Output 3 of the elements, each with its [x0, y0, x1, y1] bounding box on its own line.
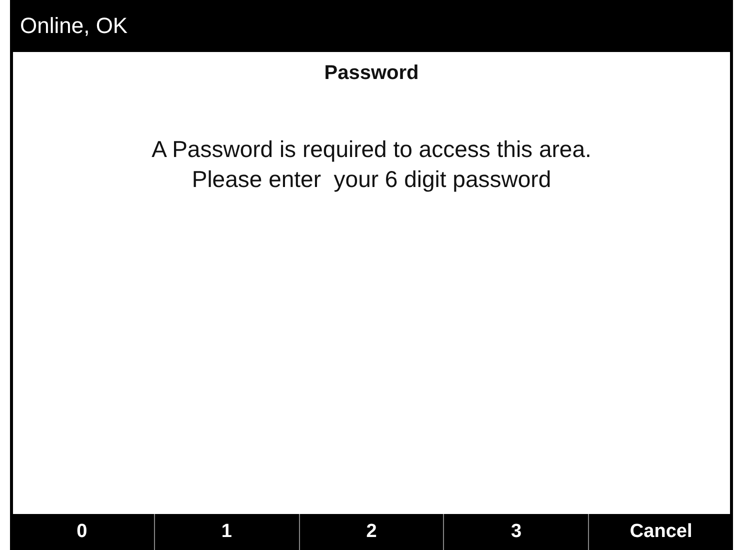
dialog-title: Password — [324, 62, 419, 85]
dialog-message: A Password is required to access this area. Please enter your 6 digit password — [152, 135, 592, 194]
status-text: Online, OK — [20, 13, 128, 39]
